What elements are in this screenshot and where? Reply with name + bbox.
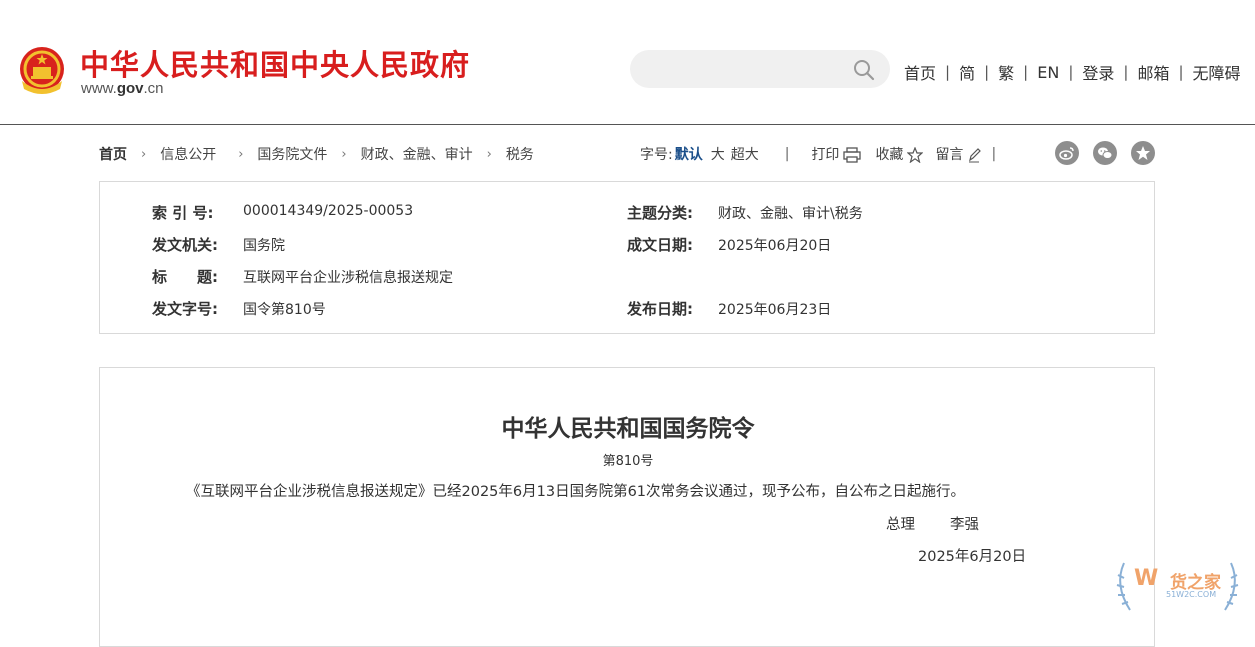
- title-value: 互联网平台企业涉税信息报送规定: [243, 270, 453, 286]
- search-icon[interactable]: [852, 58, 876, 82]
- created-date-value: 2025年06月20日: [718, 238, 832, 254]
- nav-separator: |: [984, 63, 990, 81]
- nav-separator: |: [1068, 63, 1074, 81]
- print-label: 打印: [811, 147, 840, 163]
- signatory-title: 总理: [886, 517, 915, 533]
- site-header: 中华人民共和国中央人民政府 www.gov.cn 首页 | 简 | 繁 | EN | 登…: [0, 0, 1255, 125]
- nav-simplified[interactable]: 简: [959, 60, 975, 84]
- pencil-icon: [969, 148, 982, 163]
- nav-login[interactable]: 登录: [1082, 60, 1114, 84]
- nav-separator: |: [1023, 63, 1029, 81]
- breadcrumb-home[interactable]: 首页: [99, 144, 127, 164]
- print-button[interactable]: 打印: [811, 144, 862, 164]
- document-number: 第810号: [602, 454, 654, 469]
- nav-english[interactable]: EN: [1037, 63, 1059, 82]
- domain-suffix: .cn: [143, 80, 164, 97]
- national-emblem-icon[interactable]: [16, 45, 68, 97]
- document-info-panel: 索 引 号: 000014349/2025-00053 主题分类: 财政、金融、…: [99, 181, 1155, 334]
- font-size-large[interactable]: 大: [711, 144, 725, 164]
- site-domain: www.gov.cn: [81, 80, 164, 97]
- font-size-default[interactable]: 默认: [675, 144, 703, 164]
- favorite-star-icon[interactable]: [1131, 141, 1155, 165]
- signatory-name: 李强: [950, 517, 979, 533]
- wechat-share-icon[interactable]: [1093, 141, 1117, 165]
- published-date-label: 发布日期:: [627, 300, 693, 318]
- chevron-right-icon: ›: [238, 146, 244, 162]
- svg-text:W: W: [1134, 566, 1158, 591]
- page-tools: 字号: 默认 大 超大 | 打印 收藏 留言 |: [640, 144, 996, 164]
- favorite-button[interactable]: 收藏: [875, 144, 924, 164]
- search-input[interactable]: [644, 58, 848, 82]
- breadcrumb-info-public[interactable]: 信息公开: [160, 144, 216, 164]
- nav-traditional[interactable]: 繁: [998, 60, 1014, 84]
- tools-separator: |: [784, 146, 790, 162]
- index-label: 索 引 号:: [152, 204, 214, 222]
- domain-bold: gov: [116, 80, 144, 97]
- title-label: 标 题:: [152, 268, 218, 286]
- published-date-value: 2025年06月23日: [718, 302, 832, 318]
- index-value: 000014349/2025-00053: [243, 203, 414, 219]
- created-date-label: 成文日期:: [627, 236, 693, 254]
- chevron-right-icon: ›: [486, 146, 492, 162]
- search-box[interactable]: [630, 50, 890, 88]
- comment-button[interactable]: 留言: [935, 144, 982, 164]
- nav-separator: |: [1178, 63, 1184, 81]
- document-title: 中华人民共和国国务院令: [501, 415, 755, 442]
- nav-separator: |: [1123, 63, 1129, 81]
- topic-label: 主题分类:: [627, 204, 693, 222]
- nav-separator: |: [945, 63, 951, 81]
- breadcrumb-state-council-docs[interactable]: 国务院文件: [257, 144, 327, 164]
- issuer-value: 国务院: [243, 238, 285, 254]
- breadcrumb: 首页 › 信息公开 › 国务院文件 › 财政、金融、审计 › 税务: [99, 144, 534, 164]
- font-size-label: 字号:: [640, 147, 673, 163]
- top-nav: 首页 | 简 | 繁 | EN | 登录 | 邮箱 | 无障碍: [904, 60, 1241, 84]
- domain-prefix: www.: [81, 80, 117, 97]
- doc-number-label: 发文字号:: [152, 300, 218, 318]
- document-body: 《互联网平台企业涉税信息报送规定》已经2025年6月13日国务院第61次常务会议…: [186, 484, 966, 500]
- nav-accessibility[interactable]: 无障碍: [1193, 60, 1241, 84]
- favorite-label: 收藏: [875, 147, 904, 163]
- doc-number-value: 国令第810号: [243, 302, 326, 318]
- site-title[interactable]: 中华人民共和国中央人民政府: [80, 42, 470, 84]
- chevron-right-icon: ›: [341, 146, 347, 162]
- weibo-share-icon[interactable]: [1055, 141, 1079, 165]
- nav-mail[interactable]: 邮箱: [1137, 60, 1169, 84]
- comment-label: 留言: [935, 147, 964, 163]
- printer-icon: [843, 147, 862, 163]
- font-size-xlarge[interactable]: 超大: [731, 144, 759, 164]
- breadcrumb-tax[interactable]: 税务: [506, 144, 534, 164]
- issuer-label: 发文机关:: [152, 236, 218, 254]
- watermark-subtext: 51W2C.COM: [1166, 590, 1217, 599]
- star-icon: [907, 147, 924, 163]
- tools-separator: |: [991, 146, 997, 162]
- document-date: 2025年6月20日: [918, 549, 1027, 565]
- nav-home[interactable]: 首页: [904, 60, 936, 84]
- topic-value: 财政、金融、审计\税务: [718, 206, 863, 222]
- breadcrumb-finance[interactable]: 财政、金融、审计: [361, 144, 473, 164]
- chevron-right-icon: ›: [141, 146, 147, 162]
- document-content: 中华人民共和国国务院令 第810号 《互联网平台企业涉税信息报送规定》已经202…: [99, 367, 1155, 647]
